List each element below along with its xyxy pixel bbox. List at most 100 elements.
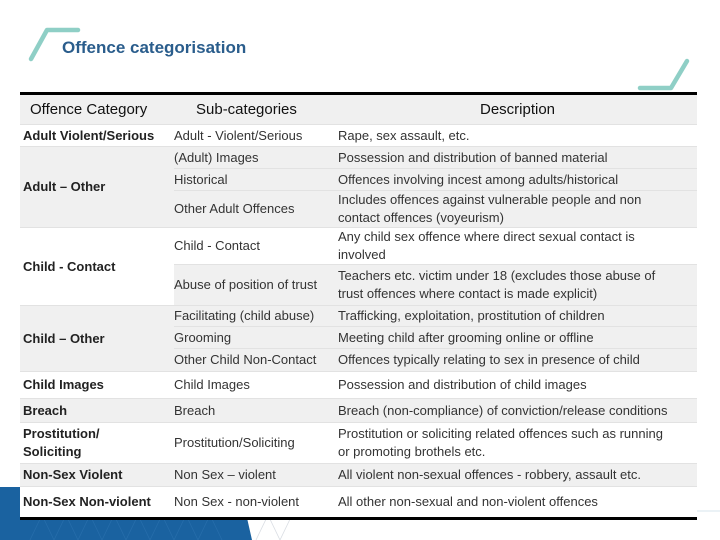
header-description: Description xyxy=(479,101,556,118)
sub-category-cell: Abuse of position of trust xyxy=(174,265,338,305)
description-text: Offences involving incest among adults/h… xyxy=(338,171,619,187)
sub-category-label: Non Sex - non-violent xyxy=(174,494,300,509)
table-row: Other Adult Offences Includes offences ag… xyxy=(174,191,697,227)
sub-category-cell: Non Sex - non-violent xyxy=(174,487,338,517)
table-body: Adult Violent/Serious Adult - Violent/Ser… xyxy=(20,125,697,517)
sub-category-label: Other Child Non-Contact xyxy=(174,352,317,367)
sub-category-label: Child - Contact xyxy=(174,238,260,253)
sub-category-cell: Other Child Non-Contact xyxy=(174,349,338,371)
description-text: or promoting brothels etc. xyxy=(338,444,486,459)
table-row: Non Sex – violent All violent non-sexual … xyxy=(174,464,697,486)
table-group: Non-Sex Violent Non Sex – violent All viol… xyxy=(20,464,697,487)
offence-category-label: Breach xyxy=(23,402,68,418)
table-row: Child - Contact Any child sex offence whe… xyxy=(174,228,697,265)
offence-category-label: Adult Violent/Serious xyxy=(23,127,155,143)
offence-category-label: Non-Sex Non-violent xyxy=(23,494,151,509)
description-cell: Any child sex offence where direct sexua… xyxy=(338,228,697,264)
sub-category-label: Adult - Violent/Serious xyxy=(174,127,303,143)
table-group: Child - Contact Child - Contact Any child … xyxy=(20,228,697,306)
table-group: Adult Violent/Serious Adult - Violent/Ser… xyxy=(20,125,697,147)
sub-category-cell: Prostitution/Soliciting xyxy=(174,423,338,463)
offence-category-cell: Prostitution/Soliciting xyxy=(20,423,174,463)
table-row: Abuse of position of trust Teachers etc. … xyxy=(174,265,697,305)
sub-category-cell: Adult - Violent/Serious xyxy=(174,125,338,146)
table-group: Non-Sex Non-violent Non Sex - non-violent… xyxy=(20,487,697,517)
description-cell: Teachers etc. victim under 18 (excludes … xyxy=(338,265,697,305)
description-text: Possession and distribution of child ima… xyxy=(338,377,587,392)
sub-category-cell: Facilitating (child abuse) xyxy=(174,306,338,326)
sub-category-label: Child Images xyxy=(174,377,250,392)
table-row: Grooming Meeting child after grooming onl… xyxy=(174,327,697,349)
sub-category-cell: Child - Contact xyxy=(174,228,338,264)
sub-category-cell: Historical xyxy=(174,169,338,190)
offence-category-label: Child – Other xyxy=(23,330,105,346)
description-text: involved xyxy=(338,247,386,262)
table-row: Non Sex - non-violent All other non-sexua… xyxy=(174,487,697,517)
description-text: Any child sex offence where direct sexua… xyxy=(338,229,635,244)
table-row: Prostitution/Soliciting Prostitution or s… xyxy=(174,423,697,463)
description-text: Teachers etc. victim under 18 (excludes … xyxy=(338,268,656,283)
sub-category-label: Breach xyxy=(174,402,216,418)
table-group: Adult – Other (Adult) Images Possession an… xyxy=(20,147,697,228)
sub-category-cell: Grooming xyxy=(174,327,338,348)
sub-category-label: Historical xyxy=(174,171,228,187)
description-text: All violent non-sexual offences - robber… xyxy=(338,467,642,482)
offence-category-cell: Breach xyxy=(20,399,174,422)
sub-category-label: Grooming xyxy=(174,329,232,345)
table-row: Facilitating (child abuse) Trafficking, e… xyxy=(174,306,697,327)
description-cell: Includes offences against vulnerable peo… xyxy=(338,191,697,227)
description-cell: Breach (non-compliance) of conviction/re… xyxy=(338,399,697,422)
header-offence-category: Offence Category xyxy=(30,101,148,118)
description-text: Trafficking, exploitation, prostitution … xyxy=(338,308,605,323)
offence-category-cell: Adult – Other xyxy=(20,147,174,227)
description-cell: Offences typically relating to sex in pr… xyxy=(338,349,697,371)
table-group: Prostitution/Soliciting Prostitution/Soli… xyxy=(20,423,697,464)
offence-table: Offence Category Sub-categories Descript… xyxy=(20,92,697,520)
description-text: trust offences where contact is made exp… xyxy=(338,286,598,301)
description-cell: Prostitution or soliciting related offen… xyxy=(338,423,697,463)
sub-category-cell: Non Sex – violent xyxy=(174,464,338,486)
offence-category-label: Soliciting xyxy=(23,444,82,459)
description-text: Rape, sex assault, etc. xyxy=(338,127,470,143)
sub-category-label: Non Sex – violent xyxy=(174,467,276,482)
description-text: Offences typically relating to sex in pr… xyxy=(338,352,640,367)
sub-category-label: Other Adult Offences xyxy=(174,201,295,216)
offence-category-cell: Child Images xyxy=(20,372,174,398)
header-sub-categories: Sub-categories xyxy=(196,101,297,118)
offence-category-cell: Child – Other xyxy=(20,306,174,371)
offence-category-cell: Child - Contact xyxy=(20,228,174,305)
table-row: Adult - Violent/Serious Rape, sex assault… xyxy=(174,125,697,146)
table-group: Breach Breach Breach (non-compliance) of c… xyxy=(20,399,697,423)
sub-category-label: Prostitution/Soliciting xyxy=(174,435,295,450)
description-cell: Possession and distribution of banned ma… xyxy=(338,147,697,168)
description-cell: Rape, sex assault, etc. xyxy=(338,125,697,146)
table-group: Child – Other Facilitating (child abuse) T… xyxy=(20,306,697,372)
description-text: Meeting child after grooming online or o… xyxy=(338,329,594,345)
offence-category-label: Prostitution/ xyxy=(23,426,100,441)
sub-category-cell: Other Adult Offences xyxy=(174,191,338,227)
description-text: contact offences (voyeurism) xyxy=(338,210,504,225)
table-group: Child Images Child Images Possession and d… xyxy=(20,372,697,399)
description-cell: All violent non-sexual offences - robber… xyxy=(338,464,697,486)
table-row: Historical Offences involving incest amon… xyxy=(174,169,697,191)
offence-category-cell: Adult Violent/Serious xyxy=(20,125,174,146)
page-title: Offence categorisation xyxy=(62,38,247,57)
description-text: All other non-sexual and non-violent off… xyxy=(338,494,598,509)
description-cell: Possession and distribution of child ima… xyxy=(338,372,697,398)
accent-bracket-top-right xyxy=(637,58,690,91)
offence-category-cell: Non-Sex Non-violent xyxy=(20,487,174,517)
description-cell: Offences involving incest among adults/h… xyxy=(338,169,697,190)
description-cell: All other non-sexual and non-violent off… xyxy=(338,487,697,517)
sub-category-label: Facilitating (child abuse) xyxy=(174,308,315,323)
description-cell: Meeting child after grooming online or o… xyxy=(338,327,697,348)
table-row: (Adult) Images Possession and distributio… xyxy=(174,147,697,169)
description-text: Includes offences against vulnerable peo… xyxy=(338,192,642,207)
description-text: Prostitution or soliciting related offen… xyxy=(338,426,663,441)
offence-category-label: Child - Contact xyxy=(23,258,116,274)
offence-category-label: Non-Sex Violent xyxy=(23,467,123,482)
sub-category-label: Abuse of position of trust xyxy=(174,277,318,292)
description-text: Breach (non-compliance) of conviction/re… xyxy=(338,402,668,418)
table-header-row: Offence Category Sub-categories Descript… xyxy=(20,95,697,125)
offence-category-cell: Non-Sex Violent xyxy=(20,464,174,486)
offence-category-label: Adult – Other xyxy=(23,179,106,194)
